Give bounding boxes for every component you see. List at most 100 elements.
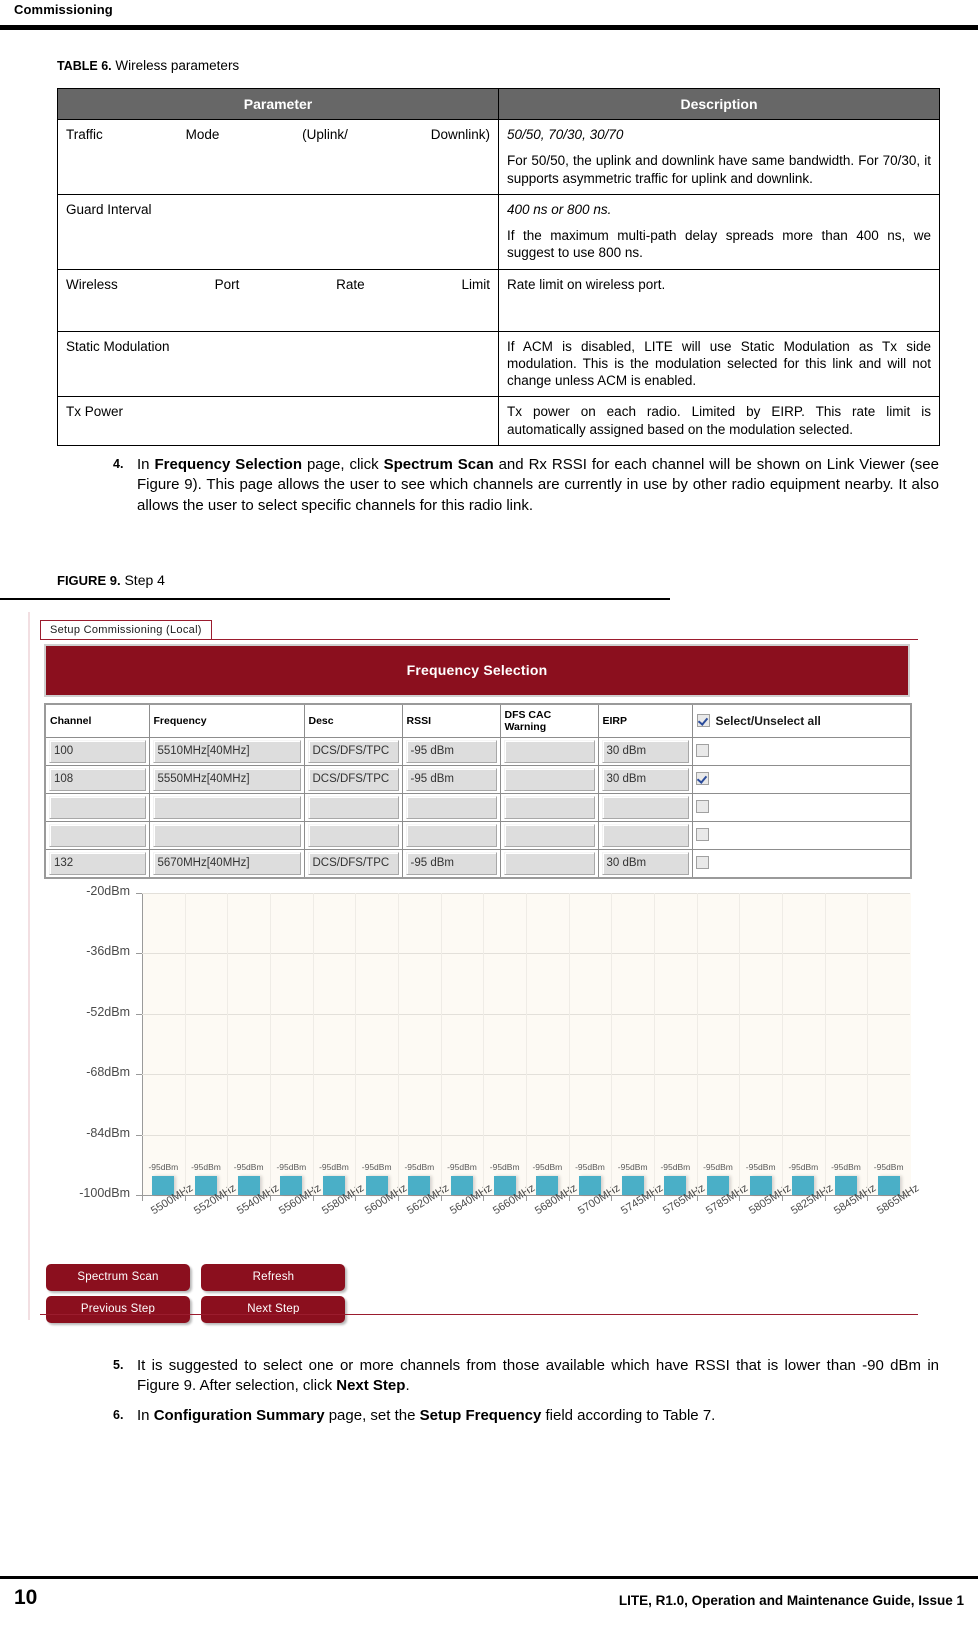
eirp-input[interactable]: 30 dBm [601, 768, 689, 791]
dfs-input[interactable] [503, 824, 595, 847]
chart-column-separator [312, 893, 314, 1195]
cell-frequency[interactable] [148, 793, 305, 822]
figure-caption-text: Step 4 [124, 572, 165, 588]
cell-frequency[interactable]: 5510MHz[40MHz] [148, 737, 305, 766]
x-axis-tick [440, 1195, 442, 1201]
cell-rssi[interactable] [401, 821, 501, 850]
cell-dfs[interactable] [499, 765, 599, 794]
step-5-part1: It is suggested to select one or more ch… [137, 1357, 939, 1395]
figure-rule [0, 598, 670, 600]
cell-channel[interactable]: 132 [44, 849, 150, 879]
desc-values: 400 ns or 800 ns. [507, 201, 612, 217]
rssi-input[interactable] [405, 796, 497, 819]
cell-select[interactable] [691, 821, 912, 850]
cell-desc[interactable] [303, 821, 403, 850]
dfs-input[interactable] [503, 852, 595, 875]
eirp-input[interactable]: 30 dBm [601, 740, 689, 763]
cell-eirp[interactable]: 30 dBm [597, 849, 693, 879]
cell-eirp[interactable]: 30 dBm [597, 765, 693, 794]
step-6-number: 6. [113, 1408, 124, 1422]
header-rule [0, 25, 978, 30]
frequency-input[interactable] [152, 796, 301, 819]
row-select-checkbox[interactable] [695, 743, 709, 757]
cell-eirp[interactable] [597, 793, 693, 822]
frequency-input[interactable]: 5670MHz[40MHz] [152, 852, 301, 875]
refresh-button[interactable]: Refresh [201, 1264, 346, 1291]
channel-input[interactable]: 108 [49, 768, 146, 791]
step-6-bold1: Configuration Summary [153, 1407, 325, 1424]
cell-frequency[interactable]: 5670MHz[40MHz] [148, 849, 305, 879]
table-row: Tx Power Tx power on each radio. Limited… [57, 396, 940, 446]
row-select-checkbox[interactable] [695, 771, 709, 785]
row-select-checkbox[interactable] [695, 855, 709, 869]
select-all-header[interactable]: Select/Unselect all [691, 703, 912, 738]
x-axis-tick [611, 1195, 613, 1201]
cell-dfs[interactable] [499, 737, 599, 766]
cell-rssi[interactable] [401, 793, 501, 822]
cell-frequency[interactable] [148, 821, 305, 850]
col-header-rssi: RSSI [401, 703, 501, 738]
frequency-input[interactable]: 5550MHz[40MHz] [152, 768, 301, 791]
eirp-input[interactable] [601, 824, 689, 847]
desc-input[interactable]: DCS/DFS/TPC [307, 740, 399, 763]
dfs-input[interactable] [503, 768, 595, 791]
rssi-input[interactable] [405, 824, 497, 847]
desc-input[interactable] [307, 796, 399, 819]
cell-dfs[interactable] [499, 821, 599, 850]
cell-channel[interactable]: 108 [44, 765, 150, 794]
desc-input[interactable]: DCS/DFS/TPC [307, 768, 399, 791]
cell-select[interactable] [691, 737, 912, 766]
rssi-input[interactable]: -95 dBm [405, 852, 497, 875]
col-header-desc: Desc [303, 703, 403, 738]
row-select-checkbox[interactable] [695, 799, 709, 813]
cell-select[interactable] [691, 793, 912, 822]
dfs-input[interactable] [503, 740, 595, 763]
cell-desc[interactable]: DCS/DFS/TPC [303, 765, 403, 794]
next-step-button[interactable]: Next Step [201, 1296, 346, 1323]
eirp-input[interactable]: 30 dBm [601, 852, 689, 875]
rssi-input[interactable]: -95 dBm [405, 740, 497, 763]
chart-column-separator [184, 893, 186, 1195]
desc-input[interactable] [307, 824, 399, 847]
channel-input[interactable] [49, 796, 146, 819]
step-4-number: 4. [113, 457, 124, 471]
frequency-input[interactable]: 5510MHz[40MHz] [152, 740, 301, 763]
cell-dfs[interactable] [499, 849, 599, 879]
previous-step-button[interactable]: Previous Step [46, 1296, 190, 1323]
dfs-input[interactable] [503, 796, 595, 819]
select-all-checkbox[interactable] [696, 713, 710, 727]
cell-channel[interactable] [44, 821, 150, 850]
channel-input[interactable]: 100 [49, 740, 146, 763]
table-caption: TABLE 6. Wireless parameters [57, 58, 239, 73]
cell-eirp[interactable] [597, 821, 693, 850]
figure-caption: FIGURE 9. Step 4 [57, 572, 165, 588]
cell-dfs[interactable] [499, 793, 599, 822]
cell-channel[interactable] [44, 793, 150, 822]
bar-value-label: -95dBm [617, 1162, 648, 1173]
cell-select[interactable] [691, 765, 912, 794]
cell-rssi[interactable]: -95 dBm [401, 849, 501, 879]
cell-rssi[interactable]: -95 dBm [401, 765, 501, 794]
col-header-channel: Channel [44, 703, 150, 738]
x-axis-tick [782, 1195, 783, 1201]
table-row: Static Modulation If ACM is disabled, LI… [57, 330, 940, 398]
cell-select[interactable] [691, 849, 912, 879]
cell-channel[interactable]: 100 [44, 737, 150, 766]
rssi-input[interactable]: -95 dBm [405, 768, 497, 791]
cell-desc[interactable]: DCS/DFS/TPC [303, 737, 403, 766]
step-4-bold1: Frequency Selection [154, 456, 302, 473]
bar-value-label: -95dBm [191, 1162, 221, 1173]
cell-desc[interactable] [303, 793, 403, 822]
tab-setup-commissioning[interactable]: Setup Commissioning (Local) [40, 620, 212, 640]
cell-frequency[interactable]: 5550MHz[40MHz] [148, 765, 305, 794]
eirp-input[interactable] [601, 796, 689, 819]
channel-input[interactable]: 132 [49, 852, 146, 875]
channel-input[interactable] [49, 824, 146, 847]
frequency-input[interactable] [152, 824, 301, 847]
cell-eirp[interactable]: 30 dBm [597, 737, 693, 766]
desc-input[interactable]: DCS/DFS/TPC [307, 852, 399, 875]
cell-desc[interactable]: DCS/DFS/TPC [303, 849, 403, 879]
cell-rssi[interactable]: -95 dBm [401, 737, 501, 766]
spectrum-scan-button[interactable]: Spectrum Scan [46, 1264, 190, 1291]
row-select-checkbox[interactable] [695, 827, 709, 841]
